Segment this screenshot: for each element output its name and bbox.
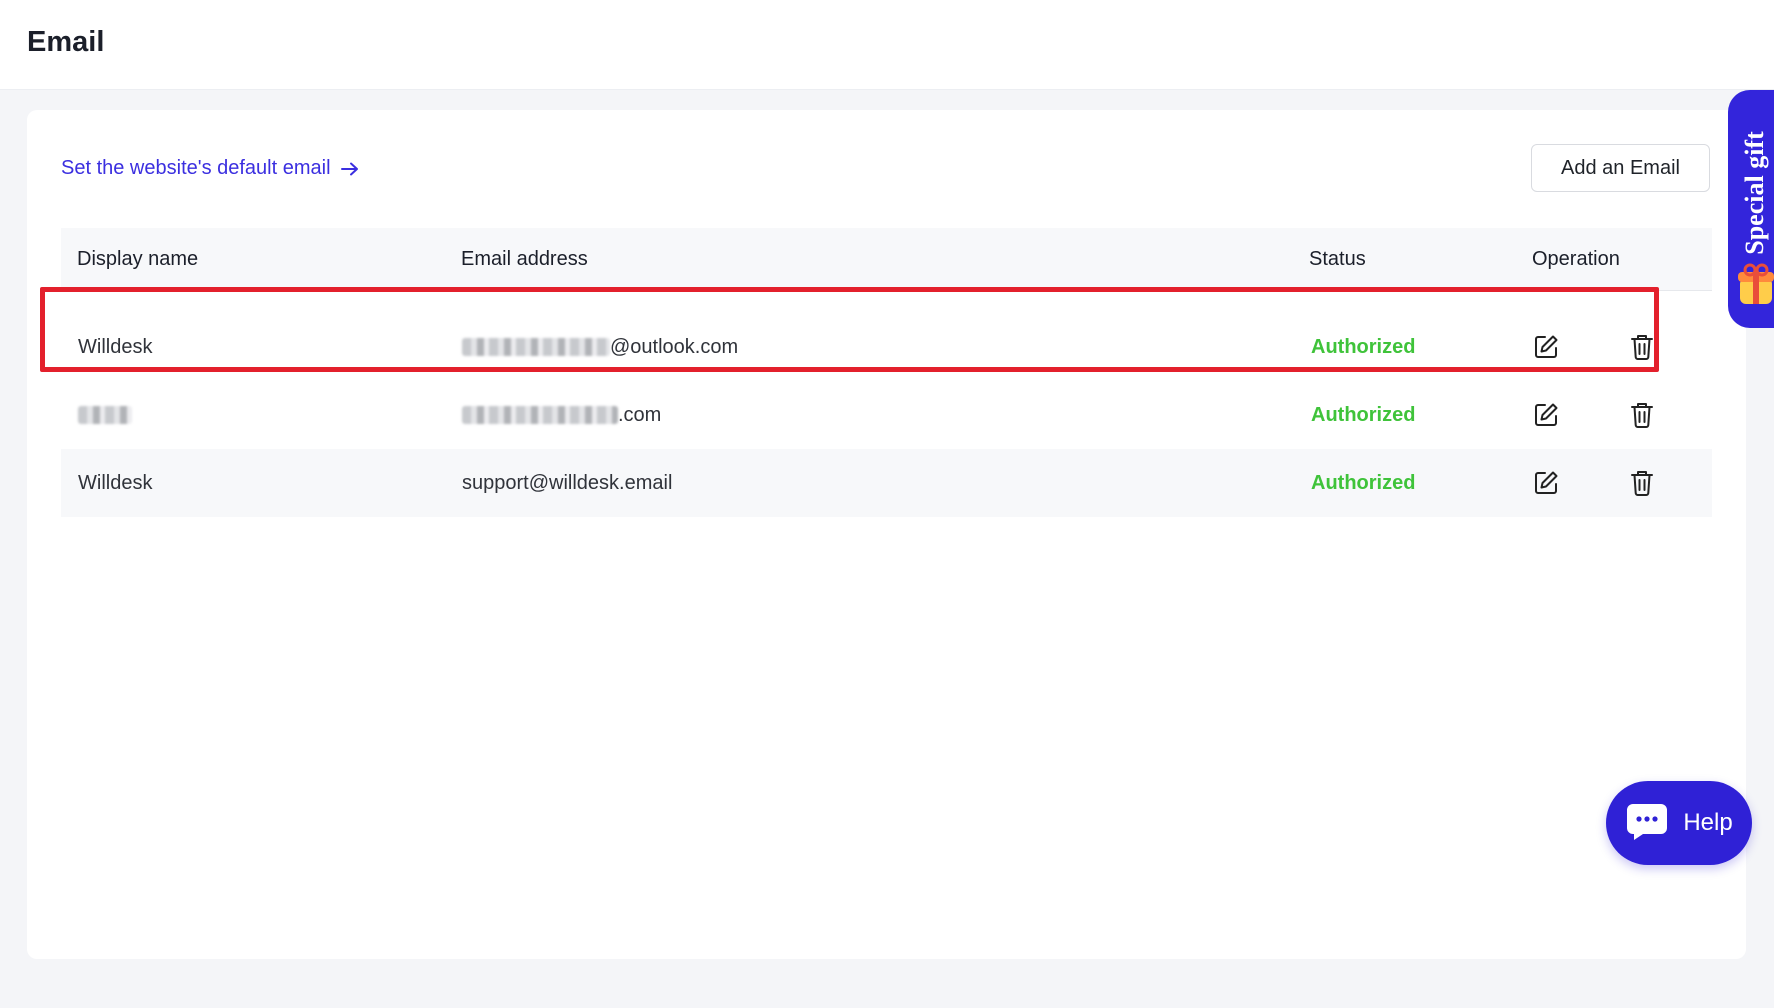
special-gift-tab[interactable]: Special gift [1728, 90, 1774, 328]
email-address-cell: support@willdesk.email [462, 471, 673, 494]
trash-icon[interactable] [1625, 330, 1659, 364]
email-settings-card: Set the website's default email Add an E… [27, 110, 1746, 959]
set-default-email-link[interactable]: Set the website's default email [61, 157, 359, 180]
page-title: Email [27, 26, 105, 58]
help-button[interactable]: Help [1606, 781, 1752, 865]
add-email-button[interactable]: Add an Email [1531, 144, 1710, 192]
edit-icon[interactable] [1529, 330, 1563, 364]
email-address-value: .com [618, 403, 662, 426]
table-row: .com Authorized [61, 381, 1712, 449]
email-address-value: @outlook.com [610, 335, 739, 358]
column-header-operation: Operation [1532, 248, 1620, 270]
arrow-right-icon [340, 162, 359, 176]
top-bar: Email [0, 0, 1774, 90]
trash-icon[interactable] [1625, 466, 1659, 500]
edit-icon[interactable] [1529, 398, 1563, 432]
column-header-status: Status [1309, 248, 1366, 270]
table-row: Willdesk @outlook.com Authorized [61, 291, 1712, 381]
redacted-text [462, 406, 618, 424]
edit-icon[interactable] [1529, 466, 1563, 500]
display-name-cell: Willdesk [78, 471, 153, 494]
redacted-text [462, 338, 610, 356]
status-badge: Authorized [1311, 471, 1416, 494]
redacted-text [78, 406, 132, 424]
email-address-cell: .com [462, 381, 661, 449]
table-header: Display name Email address Status Operat… [61, 228, 1712, 291]
chat-bubble-icon [1625, 802, 1669, 845]
gift-icon [1736, 262, 1774, 311]
email-address-cell: @outlook.com [462, 313, 738, 381]
special-gift-label: Special gift [1740, 131, 1769, 255]
display-name-cell: Willdesk [78, 335, 153, 358]
status-badge: Authorized [1311, 403, 1416, 426]
table-row: Willdesk support@willdesk.email Authoriz… [61, 449, 1712, 517]
help-label: Help [1683, 809, 1733, 836]
display-name-cell [78, 381, 132, 449]
column-header-email-address: Email address [461, 248, 588, 270]
set-default-email-label: Set the website's default email [61, 157, 331, 179]
email-table: Display name Email address Status Operat… [61, 228, 1712, 517]
status-badge: Authorized [1311, 335, 1416, 358]
trash-icon[interactable] [1625, 398, 1659, 432]
column-header-display-name: Display name [77, 248, 199, 270]
